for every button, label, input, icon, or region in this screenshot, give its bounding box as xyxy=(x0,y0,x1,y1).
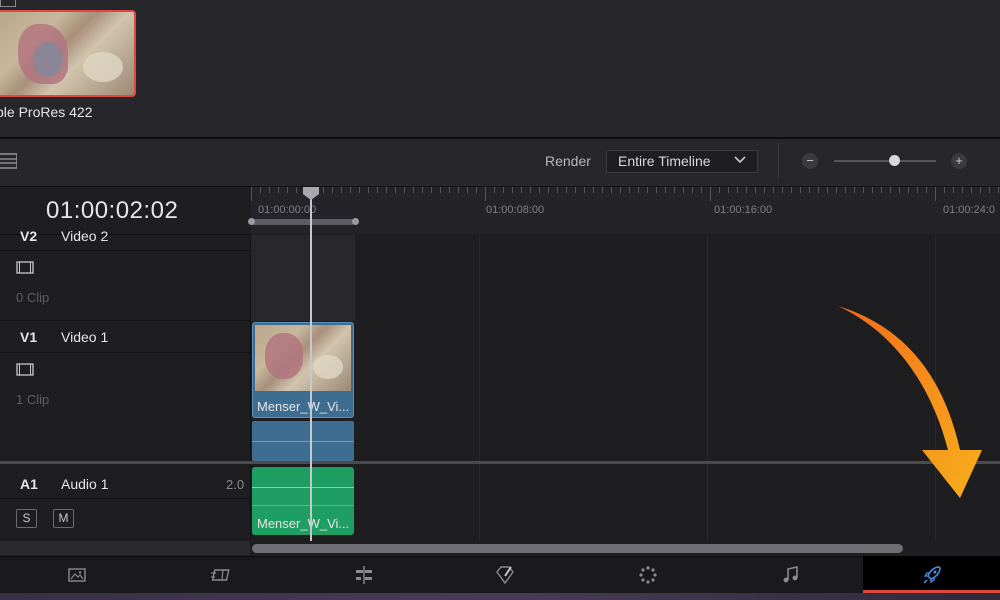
render-range-highlight xyxy=(251,235,355,321)
range-out-handle[interactable] xyxy=(352,218,359,225)
track-id: V1 xyxy=(20,329,38,345)
render-job-thumbnail[interactable] xyxy=(0,10,136,97)
render-range-value: Entire Timeline xyxy=(618,153,711,169)
render-range-bar[interactable] xyxy=(251,219,355,225)
render-label: Render xyxy=(545,153,591,169)
track-name[interactable]: Video 2 xyxy=(61,228,108,244)
track-id: V2 xyxy=(20,228,38,244)
track-v2-body: 0 Clip xyxy=(0,251,250,321)
gridline xyxy=(479,235,480,540)
nav-edit[interactable] xyxy=(295,556,432,593)
track-header-footer xyxy=(0,541,250,555)
horizontal-scrollbar[interactable] xyxy=(252,544,903,553)
film-icon[interactable] xyxy=(16,363,34,376)
toolbar-separator xyxy=(778,143,779,179)
film-icon[interactable] xyxy=(16,261,34,274)
nav-media[interactable] xyxy=(8,556,145,593)
track-name[interactable]: Audio 1 xyxy=(61,476,108,492)
timeline-toolbar xyxy=(0,139,1000,187)
track-id: A1 xyxy=(20,476,38,492)
ruler-label: 01:00:00:00 xyxy=(258,204,317,216)
nav-fusion[interactable] xyxy=(436,556,573,593)
video-clip-name: Menser_W_Vi... xyxy=(257,399,350,414)
chevron-down-icon[interactable] xyxy=(734,154,746,168)
desktop-strip xyxy=(0,593,1000,600)
media-icon xyxy=(67,567,86,582)
ruler-label: 01:00:08:00 xyxy=(486,204,545,216)
nav-deliver[interactable] xyxy=(863,556,1000,593)
edit-icon xyxy=(355,565,372,584)
fairlight-icon xyxy=(783,565,798,582)
track-header-v2[interactable]: V2 Video 2 xyxy=(0,228,250,251)
render-job-label: ple ProRes 422 xyxy=(0,104,93,120)
range-in-handle[interactable] xyxy=(248,218,255,225)
fusion-icon xyxy=(495,565,514,584)
timecode-display[interactable]: 01:00:02:02 xyxy=(46,197,178,225)
clip-count: 0 Clip xyxy=(16,290,50,305)
audio-clip-name: Menser_W_Vi... xyxy=(257,516,350,531)
gridline xyxy=(707,235,708,540)
zoom-out-button[interactable]: − xyxy=(802,153,818,169)
color-icon xyxy=(638,565,657,584)
solo-button[interactable]: S xyxy=(16,509,37,528)
zoom-slider-handle[interactable] xyxy=(889,155,900,166)
arrow-annotation-icon xyxy=(838,306,982,498)
track-header-v1[interactable]: V1 Video 1 xyxy=(0,321,250,353)
zoom-in-button[interactable]: + xyxy=(951,153,967,169)
layout-icon[interactable] xyxy=(0,153,17,169)
track-header-a1[interactable]: A1 Audio 1 2.0 xyxy=(0,467,250,499)
clip-count: 1 Clip xyxy=(16,392,50,407)
ruler-labels: 01:00:00:00 01:00:08:00 01:00:16:00 01:0… xyxy=(251,187,1000,234)
track-v1-body: 1 Clip xyxy=(0,353,250,461)
mute-button[interactable]: M xyxy=(53,509,74,528)
video-clip-thumbnail xyxy=(255,325,351,391)
audio-channels: 2.0 xyxy=(226,477,245,492)
ruler-label: 01:00:16:00 xyxy=(714,204,773,216)
video-clip-extension[interactable] xyxy=(252,421,354,461)
nav-cut[interactable] xyxy=(152,556,289,593)
ruler-label: 01:00:24:0 xyxy=(943,204,995,216)
render-queue-panel xyxy=(0,0,1000,137)
track-name[interactable]: Video 1 xyxy=(61,329,108,345)
nav-fairlight[interactable] xyxy=(722,556,859,593)
nav-color[interactable] xyxy=(579,556,716,593)
zoom-slider-track[interactable] xyxy=(834,160,936,162)
cut-icon xyxy=(210,568,230,581)
deliver-icon xyxy=(922,565,941,584)
playhead-line[interactable] xyxy=(310,195,312,541)
checkbox-icon[interactable] xyxy=(0,0,16,7)
